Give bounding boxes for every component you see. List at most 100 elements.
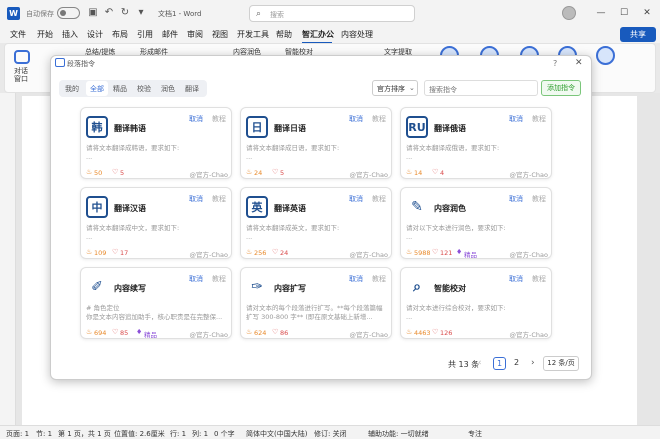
ribbon-round-icon[interactable] <box>596 46 615 65</box>
card-stats: ♨ 50 ♡ 5 @官方-Chao <box>86 168 228 179</box>
menu-content-processing[interactable]: 内容处理 <box>341 29 373 40</box>
robot-icon <box>55 58 65 67</box>
card-cancel-link[interactable]: 取消 <box>189 194 203 204</box>
status-section[interactable]: 节: 1 <box>36 429 52 439</box>
menu-references[interactable]: 引用 <box>137 29 153 40</box>
menu-review[interactable]: 审阅 <box>187 29 203 40</box>
maximize-icon[interactable]: ☐ <box>617 6 631 20</box>
heart-icon[interactable]: ♡ <box>432 248 438 256</box>
status-accessibility[interactable]: 辅助功能: 一切就绪 <box>368 429 429 439</box>
heart-icon[interactable]: ♡ <box>272 168 278 176</box>
status-page[interactable]: 页面: 1 <box>6 429 29 439</box>
status-language[interactable]: 简体中文(中国大陆) <box>246 429 307 439</box>
dialog-window-label[interactable]: 对话 窗口 <box>14 67 34 83</box>
card-tutorial-link[interactable]: 教程 <box>212 274 226 284</box>
command-card[interactable]: 中翻译汉语 取消 教程 请将文本翻译成中文，要求如下:... ♨ 109 ♡ 17 @官方-Ch… <box>80 187 232 259</box>
command-card[interactable]: RU 翻译俄语 取消 教程 请将文本翻译成俄语，要求如下:... ♨ 14 ♡ 4 @官方-Cha… <box>400 107 552 179</box>
search-input[interactable]: ⌕ 搜索 <box>249 5 415 22</box>
redo-icon[interactable]: ↻ <box>118 6 132 20</box>
heart-icon[interactable]: ♡ <box>432 168 438 176</box>
chevron-right-icon[interactable]: › <box>531 358 535 368</box>
add-command-button[interactable]: 添加指令 <box>541 80 581 96</box>
page-size-select[interactable]: 12 条/页 <box>543 356 579 371</box>
page-1-button[interactable]: 1 <box>493 357 506 370</box>
sort-select[interactable]: 官方排序 ⌄ <box>372 80 418 96</box>
command-card[interactable]: 日翻译日语 取消 教程 请将文本翻译成日语，要求如下:... ♨ 24 ♡ 5 @官方-Chao <box>240 107 392 179</box>
card-cancel-link[interactable]: 取消 <box>509 114 523 124</box>
command-card[interactable]: ✐ 内容续写 取消 教程 # 角色定位 你是文本内容追加助手，核心职责是在完整保... ♨ 6… <box>80 267 232 339</box>
card-cancel-link[interactable]: 取消 <box>349 274 363 284</box>
card-cancel-link[interactable]: 取消 <box>509 274 523 284</box>
menu-help[interactable]: 帮助 <box>276 29 292 40</box>
command-card[interactable]: 英翻译英语 取消 教程 请将文本翻译成英文，要求如下:... ♨ 256 ♡ 24 @官方-Ch… <box>240 187 392 259</box>
continue-writing-icon: ✐ <box>91 279 103 295</box>
avatar[interactable] <box>562 6 576 20</box>
card-tutorial-link[interactable]: 教程 <box>532 274 546 284</box>
card-cancel-link[interactable]: 取消 <box>509 194 523 204</box>
card-tutorial-link[interactable]: 教程 <box>372 194 386 204</box>
status-focus[interactable]: 专注 <box>468 429 482 439</box>
heart-icon[interactable]: ♡ <box>112 168 118 176</box>
close-icon[interactable]: ✕ <box>575 58 583 68</box>
heart-icon[interactable]: ♡ <box>112 248 118 256</box>
card-cancel-link[interactable]: 取消 <box>189 274 203 284</box>
chevron-left-icon[interactable]: ‹ <box>478 358 482 368</box>
card-title: 翻译英语 <box>274 204 306 213</box>
save-icon[interactable]: ▣ <box>86 6 100 20</box>
command-search-input[interactable] <box>424 80 538 96</box>
card-description-line: 请将文本翻译成韩语，要求如下: <box>86 144 180 152</box>
card-tutorial-link[interactable]: 教程 <box>212 194 226 204</box>
tab-mine[interactable]: 我的 <box>65 84 79 94</box>
menu-developer[interactable]: 开发工具 <box>237 29 269 40</box>
tab-translate[interactable]: 翻译 <box>185 84 199 94</box>
heart-icon[interactable]: ♡ <box>272 248 278 256</box>
menu-view[interactable]: 视图 <box>212 29 228 40</box>
usage-count: 14 <box>414 169 423 177</box>
status-column[interactable]: 列: 1 <box>192 429 208 439</box>
fire-icon: ♨ <box>246 168 253 176</box>
tab-proofread[interactable]: 校验 <box>137 84 151 94</box>
share-button[interactable]: 共享 <box>620 27 656 42</box>
page-2-button[interactable]: 2 <box>510 357 523 370</box>
menu-insert[interactable]: 插入 <box>62 29 78 40</box>
card-tutorial-link[interactable]: 教程 <box>532 114 546 124</box>
minimize-icon[interactable]: — <box>594 6 608 20</box>
japanese-translate-icon: 日 <box>246 116 268 138</box>
status-line[interactable]: 行: 1 <box>170 429 186 439</box>
status-page-count[interactable]: 第 1 页，共 1 页 <box>58 429 111 439</box>
status-position[interactable]: 位置值: 2.6厘米 <box>114 429 165 439</box>
menu-mailings[interactable]: 邮件 <box>162 29 178 40</box>
card-tutorial-link[interactable]: 教程 <box>372 114 386 124</box>
customize-quick-access-icon[interactable]: ▾ <box>134 6 148 20</box>
robot-icon[interactable] <box>14 50 30 64</box>
command-card[interactable]: ✎ 内容润色 取消 教程 请对以下文本进行润色，要求如下:... ♨ 5988 ♡ 121 ♦ 精品… <box>400 187 552 259</box>
command-card[interactable]: 韩翻译韩语 取消 教程 请将文本翻译成韩语，要求如下:... ♨ 50 ♡ 5 @官方-Chao <box>80 107 232 179</box>
close-icon[interactable]: ✕ <box>640 6 654 20</box>
status-track-changes[interactable]: 修订: 关闭 <box>314 429 347 439</box>
pager-total: 共 13 条 <box>448 360 480 369</box>
menu-file[interactable]: 文件 <box>10 29 26 40</box>
tab-polish[interactable]: 润色 <box>161 84 175 94</box>
card-tutorial-link[interactable]: 教程 <box>532 194 546 204</box>
menu-home[interactable]: 开始 <box>37 29 53 40</box>
heart-icon[interactable]: ♡ <box>112 328 118 336</box>
card-cancel-link[interactable]: 取消 <box>349 194 363 204</box>
card-tutorial-link[interactable]: 教程 <box>372 274 386 284</box>
card-cancel-link[interactable]: 取消 <box>189 114 203 124</box>
undo-icon[interactable]: ↶ <box>102 6 116 20</box>
card-tutorial-link[interactable]: 教程 <box>212 114 226 124</box>
menu-smart-office[interactable]: 智汇办公 <box>302 29 334 40</box>
tab-premium[interactable]: 精品 <box>113 84 127 94</box>
status-word-count[interactable]: 0 个字 <box>214 429 235 439</box>
tab-all[interactable]: 全部 <box>90 84 104 94</box>
menu-design[interactable]: 设计 <box>87 29 103 40</box>
menu-layout[interactable]: 布局 <box>112 29 128 40</box>
command-card[interactable]: ✑ 内容扩写 取消 教程 请对文本的每个段落进行扩写。**每个段落篇幅扩写 300-80… <box>240 267 392 339</box>
card-cancel-link[interactable]: 取消 <box>349 114 363 124</box>
card-stats: ♨ 14 ♡ 4 @官方-Chao <box>406 168 548 179</box>
help-icon[interactable]: ? <box>553 59 557 68</box>
heart-icon[interactable]: ♡ <box>272 328 278 336</box>
heart-icon[interactable]: ♡ <box>432 328 438 336</box>
autosave-toggle[interactable] <box>57 7 80 19</box>
command-card[interactable]: ⌕ 智能校对 取消 教程 请对文本进行综合校对，要求如下:... ♨ 4463 ♡ 126 @官方… <box>400 267 552 339</box>
